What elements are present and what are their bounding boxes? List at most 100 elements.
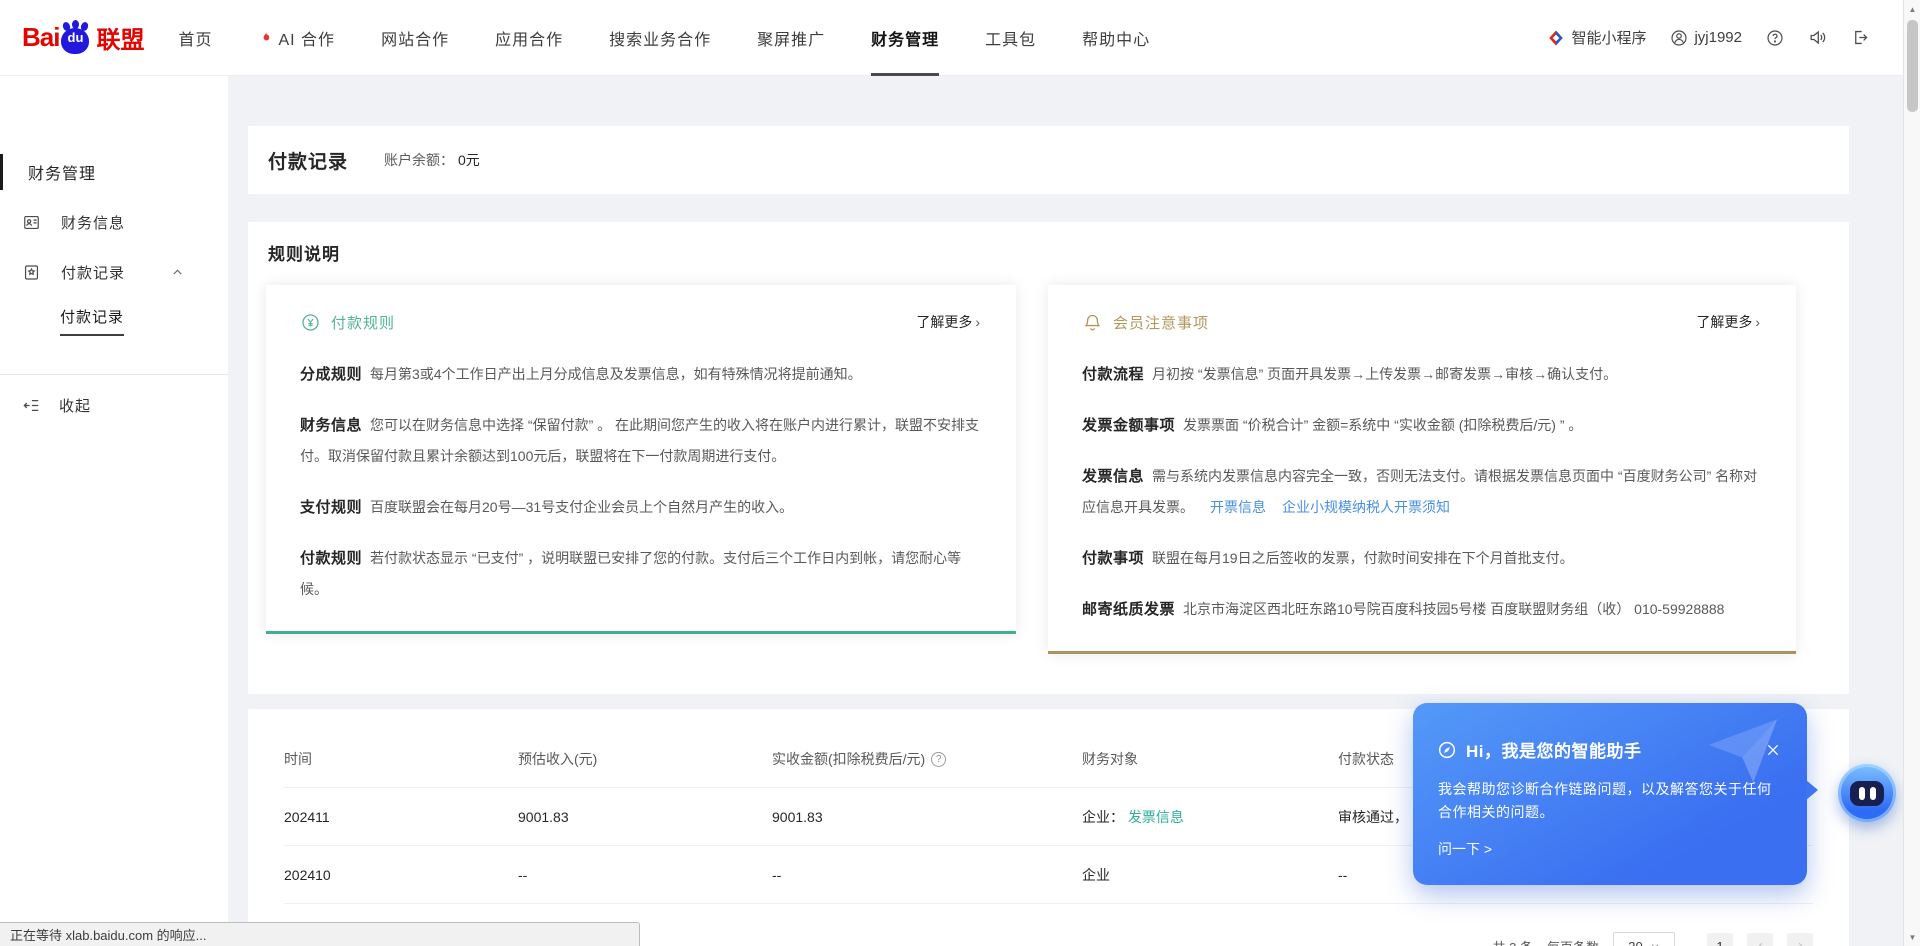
- chevron-up-icon[interactable]: [171, 266, 184, 279]
- baidu-union-console: Bai du 联盟 首页 AI 合作 网站合作 应用合作 搜索业务合作 聚屏推广…: [0, 0, 1920, 946]
- sidebar-divider: [0, 374, 228, 375]
- chevron-right-icon: [1795, 941, 1806, 946]
- rules-section-title: 规则说明: [268, 240, 1849, 265]
- entity-label: 企业：: [1082, 809, 1124, 825]
- invoice-info-link[interactable]: 开票信息: [1210, 499, 1266, 515]
- rule-paragraph: 付款流程月初按 “发票信息” 页面开具发票→上传发票→邮寄发票→审核→确认支付。: [1082, 359, 1760, 390]
- nav-item-ai[interactable]: AI 合作: [258, 0, 335, 76]
- assistant-robot-avatar[interactable]: [1838, 764, 1896, 822]
- collapse-label: 收起: [59, 395, 91, 416]
- balance-value: 0元: [458, 152, 480, 168]
- rule-paragraph: 财务信息您可以在财务信息中选择 “保留付款” 。 在此期间您产生的收入将在账户内…: [300, 410, 980, 472]
- nav-item-toolkit[interactable]: 工具包: [985, 0, 1036, 76]
- user-account[interactable]: jyj1992: [1670, 29, 1742, 47]
- payment-rule-coin-icon: [300, 312, 321, 333]
- smart-miniapp-link[interactable]: 智能小程序: [1547, 27, 1646, 48]
- rule-desc: 您可以在财务信息中选择 “保留付款” 。 在此期间您产生的收入将在账户内进行累计…: [300, 417, 979, 464]
- miniapp-gem-icon: [1547, 29, 1565, 47]
- cell-time: 202410: [284, 867, 518, 883]
- sidebar-collapse-button[interactable]: 收起: [0, 387, 228, 423]
- popup-pointer-arrow: [1806, 780, 1818, 800]
- sidebar-item-label: 财务信息: [61, 212, 125, 233]
- col-header-finance-entity: 财务对象: [1082, 749, 1338, 769]
- scrollbar-thumb[interactable]: [1907, 20, 1918, 112]
- more-label: 了解更多: [916, 312, 972, 332]
- assistant-header: Hi，我是您的智能助手: [1437, 737, 1781, 762]
- balance-label: 账户余额：: [384, 152, 454, 168]
- nav-label: 搜索业务合作: [609, 26, 711, 50]
- miniapp-label: 智能小程序: [1571, 27, 1646, 48]
- cell-time: 202411: [284, 809, 518, 825]
- col-header-label: 实收金额(扣除税费后/元): [772, 749, 925, 769]
- logout-icon: [1851, 28, 1870, 47]
- logout-button[interactable]: [1851, 28, 1870, 47]
- prev-page-button[interactable]: [1747, 933, 1773, 946]
- payment-rules-more-link[interactable]: 了解更多›: [916, 312, 980, 332]
- close-icon[interactable]: [1765, 742, 1781, 758]
- next-page-button[interactable]: [1787, 933, 1813, 946]
- nav-item-website[interactable]: 网站合作: [381, 0, 449, 76]
- nav-label: 工具包: [985, 26, 1036, 50]
- chevron-right-icon: ›: [1755, 314, 1760, 330]
- rule-term: 邮寄纸质发票: [1082, 601, 1175, 618]
- small-taxpayer-notice-link[interactable]: 企业小规模纳税人开票须知: [1282, 499, 1450, 515]
- main-nav: 首页 AI 合作 网站合作 应用合作 搜索业务合作 聚屏推广 财务管理 工具包 …: [178, 0, 1150, 76]
- rule-boxes: 付款规则 了解更多› 分成规则每月第3或4个工作日产出上月分成信息及发票信息，如…: [266, 285, 1849, 654]
- member-notes-card: 会员注意事项 了解更多› 付款流程月初按 “发票信息” 页面开具发票→上传发票→…: [1048, 285, 1796, 654]
- sidebar-subitem-payment-records[interactable]: 付款记录: [0, 303, 228, 339]
- nav-item-help-center[interactable]: 帮助中心: [1082, 0, 1150, 76]
- rule-desc: 联盟在每月19日之后签收的发票，付款时间安排在下个月首批支付。: [1152, 550, 1574, 566]
- page-size-select[interactable]: 30: [1613, 932, 1675, 946]
- baidu-union-logo[interactable]: Bai du 联盟: [22, 20, 144, 55]
- rule-paragraph: 邮寄纸质发票北京市海淀区西北旺东路10号院百度科技园5号楼 百度联盟财务组（收）…: [1082, 594, 1760, 625]
- user-icon: [1670, 29, 1688, 47]
- rule-paragraph: 发票金额事项发票票面 “价税合计” 金额=系统中 “实收金额 (扣除税费后/元)…: [1082, 410, 1760, 441]
- payment-rules-card: 付款规则 了解更多› 分成规则每月第3或4个工作日产出上月分成信息及发票信息，如…: [266, 285, 1016, 634]
- topbar-tools: 智能小程序 jyj1992: [1547, 27, 1870, 48]
- nav-item-home[interactable]: 首页: [178, 0, 212, 76]
- cell-estimated: 9001.83: [518, 809, 772, 825]
- logo-text-du: du: [60, 30, 90, 45]
- sidebar-item-label: 付款记录: [61, 262, 125, 283]
- scroll-down-arrow[interactable]: ▼: [1904, 929, 1920, 945]
- pagination: 共 2 条 每页条数 30 1: [1493, 932, 1813, 946]
- smart-assistant-popup: Hi，我是您的智能助手 我会帮助您诊断合作链路问题，以及解答您关于任何合作相关的…: [1413, 703, 1807, 885]
- page-size-value: 30: [1628, 939, 1642, 946]
- help-tooltip-icon[interactable]: ?: [931, 752, 946, 767]
- chevron-right-icon: ›: [975, 314, 980, 330]
- invoice-info-table-link[interactable]: 发票信息: [1128, 809, 1184, 825]
- help-button[interactable]: [1766, 29, 1784, 47]
- active-section-indicator: [0, 154, 3, 190]
- baidu-paw-icon: du: [60, 22, 92, 54]
- announcement-button[interactable]: [1808, 28, 1827, 47]
- vertical-scrollbar[interactable]: ▲ ▼: [1903, 0, 1920, 946]
- sidebar-subitem-label: 付款记录: [60, 306, 124, 336]
- top-navigation-bar: Bai du 联盟 首页 AI 合作 网站合作 应用合作 搜索业务合作 聚屏推广…: [0, 0, 1920, 76]
- cell-estimated: --: [518, 867, 772, 883]
- rule-desc: 北京市海淀区西北旺东路10号院百度科技园5号楼 百度联盟财务组（收） 010-5…: [1183, 601, 1724, 617]
- sidebar-item-payment-records[interactable]: 付款记录: [0, 254, 228, 290]
- ask-assistant-link[interactable]: 问一下 >: [1438, 839, 1492, 859]
- col-header-estimated-income: 预估收入(元): [518, 749, 772, 769]
- nav-item-finance[interactable]: 财务管理: [871, 0, 939, 76]
- rule-paragraph: 分成规则每月第3或4个工作日产出上月分成信息及发票信息，如有特殊情况将提前通知。: [300, 359, 980, 390]
- nav-item-juping[interactable]: 聚屏推广: [757, 0, 825, 76]
- nav-label: 帮助中心: [1082, 26, 1150, 50]
- rule-paragraph: 支付规则百度联盟会在每月20号—31号支付企业会员上个自然月产生的收入。: [300, 492, 980, 523]
- nav-label: 网站合作: [381, 26, 449, 50]
- sidebar-item-finance-info[interactable]: 财务信息: [0, 204, 228, 240]
- page-title: 付款记录: [268, 147, 348, 174]
- chevron-down-icon: [1650, 941, 1660, 946]
- assistant-greeting: Hi，我是您的智能助手: [1466, 737, 1642, 762]
- nav-item-app[interactable]: 应用合作: [495, 0, 563, 76]
- finance-info-icon: [22, 213, 41, 232]
- page-number-button[interactable]: 1: [1707, 933, 1733, 946]
- member-notes-more-link[interactable]: 了解更多›: [1696, 312, 1760, 332]
- scroll-up-arrow[interactable]: ▲: [1904, 1, 1920, 17]
- compass-icon: [1437, 740, 1457, 760]
- rule-desc: 百度联盟会在每月20号—31号支付企业会员上个自然月产生的收入。: [370, 499, 793, 515]
- cell-entity: 企业: [1082, 865, 1338, 885]
- rule-term: 财务信息: [300, 417, 362, 434]
- member-notes-title: 会员注意事项: [1113, 312, 1209, 333]
- nav-item-search-biz[interactable]: 搜索业务合作: [609, 0, 711, 76]
